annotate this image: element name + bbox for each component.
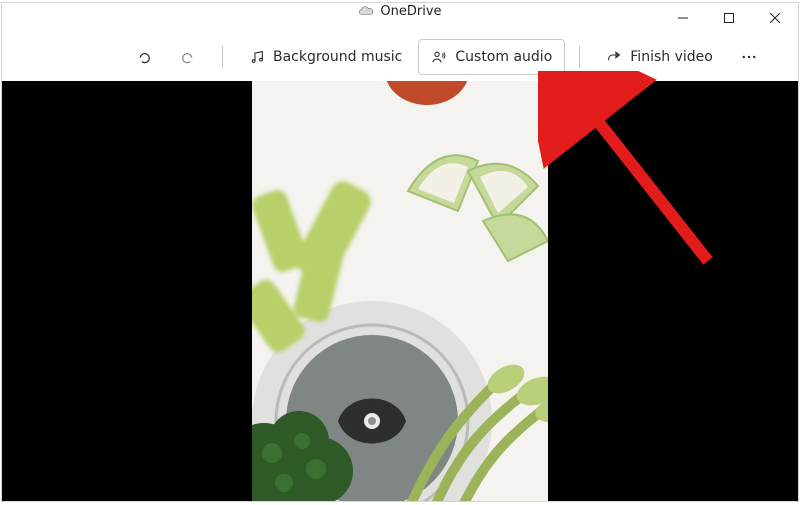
celery-stalks bbox=[388, 351, 548, 501]
button-label: Background music bbox=[273, 49, 402, 65]
undo-button[interactable] bbox=[124, 39, 164, 75]
background-music-button[interactable]: Background music bbox=[237, 39, 414, 75]
onedrive-icon bbox=[358, 3, 374, 19]
redo-button[interactable] bbox=[168, 39, 208, 75]
button-label: Finish video bbox=[630, 49, 713, 65]
button-label: Custom audio bbox=[455, 49, 552, 65]
share-icon bbox=[606, 49, 622, 65]
title-bar: OneDrive bbox=[2, 3, 798, 33]
minimize-button[interactable] bbox=[660, 3, 706, 33]
close-button[interactable] bbox=[752, 3, 798, 33]
video-frame bbox=[252, 81, 548, 501]
person-audio-icon bbox=[431, 49, 447, 65]
annotation-arrow bbox=[538, 71, 738, 291]
window-title: OneDrive bbox=[380, 4, 441, 19]
more-button[interactable] bbox=[729, 39, 769, 75]
maximize-button[interactable] bbox=[706, 3, 752, 33]
divider bbox=[579, 46, 580, 68]
video-canvas bbox=[2, 81, 798, 501]
title-center: OneDrive bbox=[358, 3, 441, 19]
finish-video-button[interactable]: Finish video bbox=[594, 39, 725, 75]
music-icon bbox=[249, 49, 265, 65]
toolbar: Background music Custom audio bbox=[2, 33, 798, 81]
custom-audio-button[interactable]: Custom audio bbox=[418, 39, 565, 75]
broccoli bbox=[252, 371, 384, 501]
divider bbox=[222, 46, 223, 68]
apple-slices bbox=[388, 131, 548, 291]
window-frame: OneDrive bbox=[1, 2, 799, 502]
tomato-top bbox=[382, 81, 472, 121]
